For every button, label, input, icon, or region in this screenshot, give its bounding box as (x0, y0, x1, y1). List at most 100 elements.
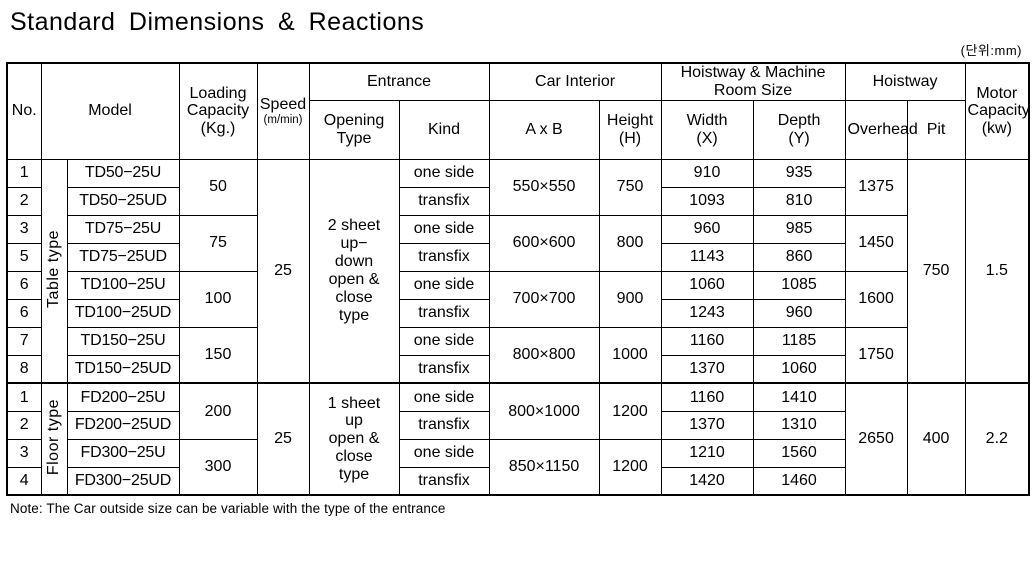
cell-no: 2 (6, 186, 42, 216)
cell-pit: 400 (906, 382, 966, 496)
cell-depth: 1560 (752, 438, 846, 468)
opening-type-line: open & (328, 271, 380, 289)
header-kind: Kind (398, 99, 490, 160)
cell-kind: one side (398, 326, 490, 356)
cell-model: FD300−25U (66, 438, 180, 468)
header-loading-capacity-line1: Loading (189, 84, 247, 102)
header-car-interior: Car Interior (488, 62, 662, 101)
cell-pit: 750 (906, 158, 966, 384)
cell-model: TD50−25U (66, 158, 180, 188)
cell-loading-capacity: 300 (178, 438, 258, 496)
header-motor-capacity-line2: Capacity (967, 102, 1030, 120)
header-overhead: Overhead (844, 99, 918, 160)
cell-width: 1060 (660, 270, 754, 300)
header-width: Width (X) (660, 99, 754, 160)
cell-model: TD150−25UD (66, 354, 180, 384)
footnote: Note: The Car outside size can be variab… (10, 501, 446, 517)
cell-opening-type: 2 sheet up− down open & close type (308, 158, 400, 384)
opening-type-line: close (335, 448, 373, 466)
header-motor-capacity: Motor Capacity (kw) (964, 62, 1030, 160)
cell-width: 1370 (660, 354, 754, 384)
cell-depth: 1460 (752, 466, 846, 496)
cell-depth: 935 (752, 158, 846, 188)
cell-width: 1243 (660, 298, 754, 328)
header-axb: A x B (488, 99, 600, 160)
header-model: Model (40, 62, 180, 160)
header-hoistway: Hoistway (844, 62, 966, 101)
cell-no: 8 (6, 354, 42, 384)
cell-depth: 985 (752, 214, 846, 244)
cell-axb: 550×550 (488, 158, 600, 216)
cell-model: FD200−25U (66, 382, 180, 412)
unit-note: (단위:mm) (960, 43, 1022, 58)
opening-type-line: open & (328, 430, 380, 448)
header-loading-capacity-line3: (Kg.) (200, 120, 236, 138)
cell-width: 1160 (660, 382, 754, 412)
cell-height: 800 (598, 214, 662, 272)
cell-motor-capacity: 1.5 (964, 158, 1030, 384)
cell-kind: one side (398, 158, 490, 188)
cell-kind: one side (398, 270, 490, 300)
cell-width: 910 (660, 158, 754, 188)
header-height-line1: Height (606, 111, 654, 129)
cell-axb: 800×1000 (488, 382, 600, 440)
cell-kind: transfix (398, 242, 490, 272)
header-width-line2: (X) (696, 129, 718, 147)
header-speed-line2: (m/min) (263, 113, 303, 126)
cell-opening-type: 1 sheet up open & close type (308, 382, 400, 496)
header-entrance: Entrance (308, 62, 490, 101)
cell-width: 1210 (660, 438, 754, 468)
cell-no: 3 (6, 438, 42, 468)
cell-width: 960 (660, 214, 754, 244)
cell-width: 1420 (660, 466, 754, 496)
opening-type-line: type (338, 306, 370, 324)
cell-model: TD50−25UD (66, 186, 180, 216)
cell-kind: one side (398, 382, 490, 412)
cell-height: 1000 (598, 326, 662, 384)
header-loading-capacity-line2: Capacity (186, 102, 250, 120)
header-height: Height (H) (598, 99, 662, 160)
cell-kind: transfix (398, 466, 490, 496)
cell-width: 1160 (660, 326, 754, 356)
cell-speed: 25 (256, 158, 310, 384)
type-label-text: Floor type (45, 398, 63, 475)
cell-kind: transfix (398, 410, 490, 440)
cell-no: 2 (6, 410, 42, 440)
cell-depth: 1060 (752, 354, 846, 384)
table-row: 3 TD75−25U 75 one side 600×600 800 960 985 1450 (6, 214, 1029, 272)
header-depth-line1: Depth (777, 111, 821, 129)
cell-kind: one side (398, 214, 490, 244)
cell-width: 1370 (660, 410, 754, 440)
page-title: Standard Dimensions & Reactions (10, 8, 425, 36)
cell-kind: one side (398, 438, 490, 468)
table-row: 7 TD150−25U 150 one side 800×800 1000 1160 1185… (6, 326, 1029, 384)
cell-model: TD75−25UD (66, 242, 180, 272)
cell-overhead: 1375 (844, 158, 908, 216)
spec-sheet-page: Standard Dimensions & Reactions (단위:mm) … (0, 6, 1036, 561)
header-loading-capacity: Loading Capacity (Kg.) (178, 62, 258, 160)
header-height-line2: (H) (618, 129, 642, 147)
cell-type-label: Floor type (40, 382, 68, 496)
cell-motor-capacity: 2.2 (964, 382, 1030, 496)
cell-no: 1 (6, 382, 42, 412)
cell-height: 1200 (598, 438, 662, 496)
cell-model: TD150−25U (66, 326, 180, 356)
header-opening-type-line2: Type (336, 129, 372, 147)
cell-loading-capacity: 75 (178, 214, 258, 272)
cell-depth: 1085 (752, 270, 846, 300)
cell-depth: 1410 (752, 382, 846, 412)
cell-no: 7 (6, 326, 42, 356)
cell-kind: transfix (398, 354, 490, 384)
cell-speed: 25 (256, 382, 310, 496)
header-depth-line2: (Y) (788, 129, 810, 147)
cell-axb: 850×1150 (488, 438, 600, 496)
header-row-1: No. Model Loading Capacity (Kg.) Speed (… (6, 62, 1030, 160)
cell-width: 1143 (660, 242, 754, 272)
table-header: No. Model Loading Capacity (Kg.) Speed (… (6, 62, 1030, 160)
cell-loading-capacity: 50 (178, 158, 258, 216)
cell-height: 1200 (598, 382, 662, 440)
cell-depth: 960 (752, 298, 846, 328)
type-label-text: Table type (45, 229, 63, 308)
cell-depth: 1310 (752, 410, 846, 440)
header-hoistway-machine-room-size: Hoistway & Machine Room Size (660, 62, 846, 101)
